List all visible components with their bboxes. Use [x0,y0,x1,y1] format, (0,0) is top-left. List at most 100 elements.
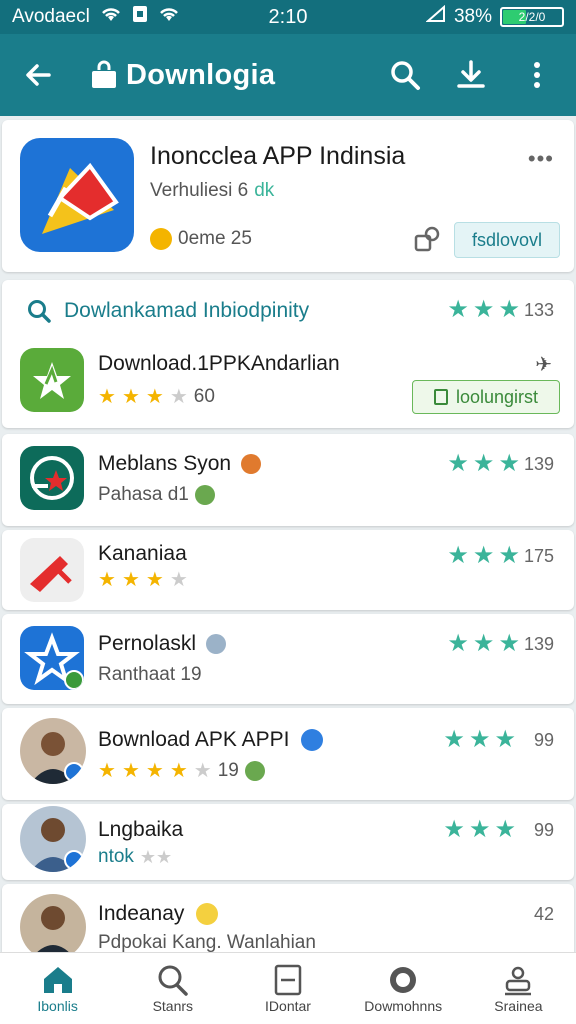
shield-icon [390,966,417,993]
battery-text: 2/2/0 [518,10,546,24]
search-row[interactable]: Dowlankamad Inbiodpinity [26,298,309,324]
star-empty-icon: ★ [169,569,188,591]
emoji-icon [196,903,219,926]
install-button[interactable]: loolungirst [412,380,560,414]
star-icon: ★ [443,726,465,753]
rating-count: 42 [533,904,554,924]
more-horiz-icon[interactable]: ••• [528,146,554,172]
item-stars: ★ ★ ★ ★ [98,570,188,590]
document-icon [274,964,302,995]
list-item[interactable]: Kananiaa ★ ★ ★ ★ ★ ★ ★ 175 [2,530,574,610]
search-icon [391,61,420,90]
back-arrow-icon [26,64,51,86]
star-icon: ★ [443,816,465,843]
star-icon: ★ [498,450,520,477]
star-icon: ★ [498,296,520,323]
star-icon: ★ [494,726,516,753]
featured-badge: dk [254,180,275,201]
signal-icon [425,4,446,29]
list-item[interactable]: Bownload APK APPI ★ ★ ★ ★ ★ 19 ★ ★ ★ 99 [2,708,574,800]
emoji-icon [150,228,172,250]
carrier-label: Avodaecl [12,6,90,27]
emoji-icon [205,634,226,655]
rating-count: 175 [523,545,554,566]
featured-app-subtitle: Verhuliesi 6 dk [150,180,274,202]
rating-count: 139 [523,453,554,474]
item-name-text: Bownload APK APPI [98,728,290,751]
star-icon: ★ [468,726,491,753]
search-button[interactable] [382,52,428,98]
item-rating: ★ ★ ★ 99 [443,818,554,842]
star-icon: ★ [98,760,116,782]
star-icon: ★ [121,386,140,408]
status-bar: Avodaecl 2:10 38% 2/2/0 [0,0,576,34]
verified-icon [301,729,324,752]
item-sub: Ranthaat 19 [98,664,202,685]
share-icon[interactable] [412,224,442,259]
pin-icon[interactable]: ✈ [535,352,552,377]
featured-app-name: Inoncclea APP Indinsia [150,142,406,170]
star-icon: ★ [98,386,116,408]
featured-app-icon [20,138,134,252]
star-icon: ★ [447,630,469,657]
star-empty-icon: ★★ [139,847,173,867]
app-bar: Downlogia [0,34,576,116]
nav-downloads[interactable]: Dowmohnns [346,953,461,1024]
download-app-rating-count: 60 [193,386,215,407]
star-icon: ★ [472,542,495,569]
download-app-icon [20,348,84,412]
star-icon: ★ [145,569,164,591]
nav-downloads-label: Dowmohnns [364,997,443,1014]
rating-count: 139 [523,633,554,654]
star-icon: ★ [468,816,491,843]
featured-app-card[interactable]: Inoncclea APP Indinsia Verhuliesi 6 dk 0… [2,120,574,272]
download-icon [457,60,485,88]
emoji-icon [240,454,261,475]
list-item[interactable]: Meblans Syon Pahasa d1 ★ ★ ★ 139 [2,434,574,526]
item-rating: ★ ★ ★ 139 [447,632,554,656]
download-button[interactable] [448,52,494,98]
nav-home-label: Ibonlis [37,997,78,1014]
install-button-label: loolungirst [455,386,539,407]
avatar [20,718,86,784]
star-icon: ★ [447,296,469,323]
item-sub-count: 19 [217,760,239,781]
nav-search[interactable]: Stanrs [115,953,230,1024]
item-rating: 42 [534,904,554,925]
home-icon [43,966,72,993]
star-icon: ★ [447,542,469,569]
nav-search-label: Stanrs [152,997,194,1014]
item-name-text: Indeanay [98,902,185,925]
star-icon: ★ [145,760,164,782]
item-name: Pernolaskl [98,632,226,656]
list-item[interactable]: Pernolaskl Ranthaat 19 ★ ★ ★ 139 [2,614,574,704]
battery-percent: 38% [453,6,492,27]
featured-subtitle-text: Verhuliesi 6 [150,180,249,201]
item-sub-text: ntok [98,846,134,867]
list-item[interactable]: Lngbaika ntok ★★ ★ ★ ★ 99 [2,804,574,880]
back-button[interactable] [16,53,60,97]
item-sub: Pahasa d1 [98,484,215,506]
follow-button[interactable]: fsdlovovl [454,222,560,258]
settings-icon [505,966,532,995]
battery-icon: 2/2/0 [500,7,564,27]
star-icon: ★ [498,542,520,569]
emoji-icon [244,761,265,781]
item-name-text: Meblans Syon [98,452,232,475]
emoji-icon [194,485,215,505]
nav-settings[interactable]: Srainea [461,953,576,1024]
featured-app-meta: 0eme 25 [150,228,252,250]
nav-home[interactable]: Ibonlis [0,953,115,1024]
star-icon: ★ [498,630,520,657]
search-icon-small [28,300,51,323]
item-name: Bownload APK APPI [98,728,324,752]
more-options-button[interactable] [514,52,560,98]
item-rating: ★ ★ ★ 99 [443,728,554,752]
app-icon [20,626,84,690]
list-item[interactable]: Indeanay Pdpokai Kang. Wanlahian 42 [2,884,574,960]
search-icon [158,965,188,996]
nav-document[interactable]: IDontar [230,953,345,1024]
star-empty-icon: ★ [193,760,212,782]
more-vert-icon [534,62,540,88]
rating-count: 133 [523,299,554,320]
